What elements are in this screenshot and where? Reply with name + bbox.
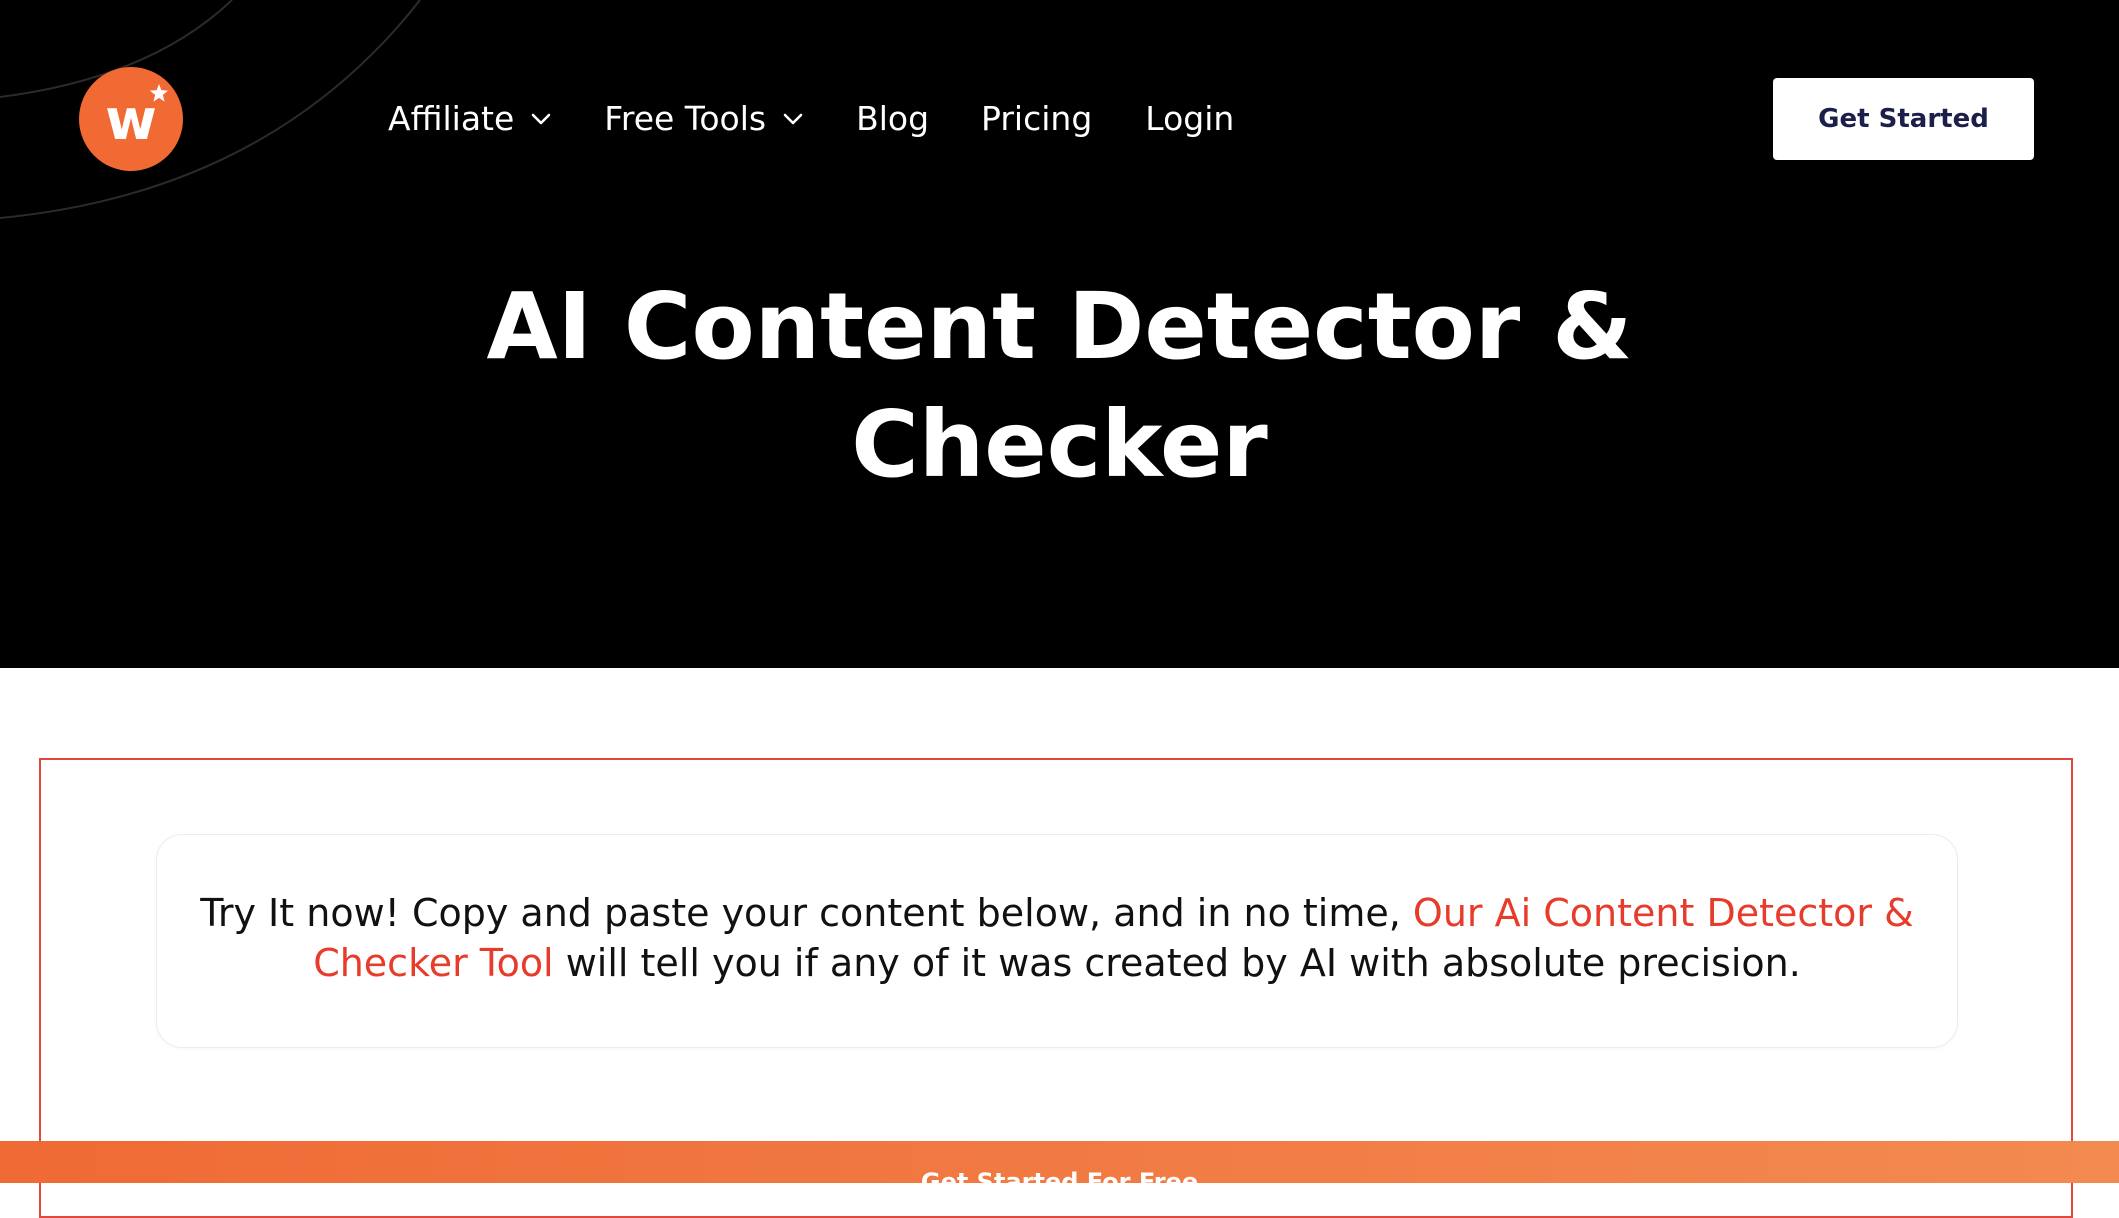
sticky-cta-bar[interactable]: Get Started For Free bbox=[0, 1141, 2119, 1183]
nav-item-pricing[interactable]: Pricing bbox=[981, 92, 1092, 146]
intro-text-end: will tell you if any of it was created b… bbox=[553, 941, 1801, 985]
nav-item-affiliate[interactable]: Affiliate bbox=[388, 92, 552, 146]
chevron-down-icon bbox=[531, 113, 551, 125]
nav-item-label: Login bbox=[1145, 99, 1235, 138]
nav-item-label: Affiliate bbox=[388, 99, 515, 138]
intro-text: Try It now! Copy and paste your content … bbox=[186, 888, 1928, 988]
get-started-free-button[interactable]: Get Started For Free bbox=[0, 1167, 2119, 1183]
get-started-button[interactable]: Get Started bbox=[1773, 78, 2034, 160]
page-title-line-1: AI Content Detector & bbox=[486, 273, 1633, 380]
nav-item-label: Free Tools bbox=[604, 99, 767, 138]
hero-section: w Affiliate Free Tools Blog Pricing Logi… bbox=[0, 0, 2119, 668]
nav-item-blog[interactable]: Blog bbox=[856, 92, 929, 146]
chevron-down-icon bbox=[783, 113, 803, 125]
nav-item-label: Blog bbox=[856, 99, 930, 138]
page-title: AI Content Detector & Checker bbox=[0, 268, 2119, 504]
page-title-line-2: Checker bbox=[851, 391, 1268, 498]
intro-text-start: Try It now! Copy and paste your content … bbox=[200, 891, 1413, 935]
site-logo[interactable]: w bbox=[79, 67, 183, 171]
nav-item-free-tools[interactable]: Free Tools bbox=[604, 92, 804, 146]
nav-item-login[interactable]: Login bbox=[1145, 92, 1234, 146]
star-icon bbox=[149, 83, 169, 102]
main-nav: Affiliate Free Tools Blog Pricing Login bbox=[388, 92, 1234, 146]
nav-item-label: Pricing bbox=[981, 99, 1093, 138]
